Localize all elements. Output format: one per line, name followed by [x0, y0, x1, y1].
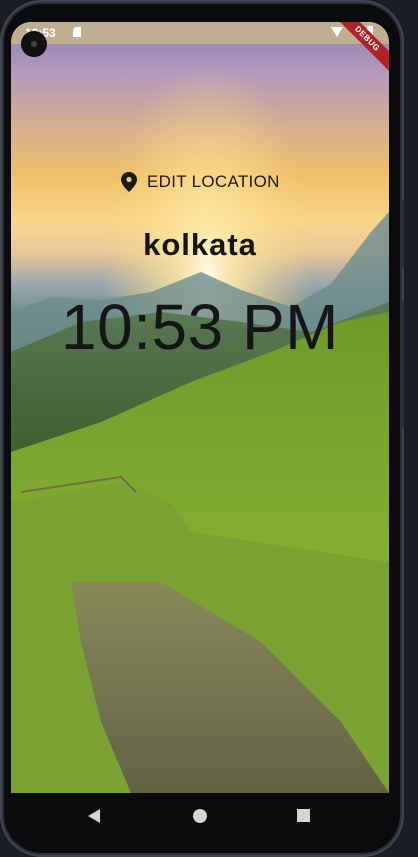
home-icon[interactable] — [193, 809, 207, 823]
city-name: kolkata — [143, 227, 257, 262]
sd-card-icon — [73, 27, 81, 37]
edit-location-button[interactable]: EDIT LOCATION — [121, 168, 280, 196]
time-display: 10:53 PM — [61, 291, 339, 363]
edit-location-label: EDIT LOCATION — [147, 172, 280, 191]
location-pin-icon — [121, 172, 137, 192]
wifi-icon — [331, 27, 343, 37]
landscape-background — [11, 22, 389, 793]
front-camera — [23, 33, 45, 55]
status-bar: 10:53 — [11, 22, 389, 44]
app-screen: 10:53 DEBUG EDIT LOCATION kolkata 10:53 … — [11, 22, 389, 793]
back-icon[interactable] — [88, 809, 100, 823]
recents-icon[interactable] — [297, 809, 310, 822]
system-navigation-bar — [11, 793, 389, 839]
